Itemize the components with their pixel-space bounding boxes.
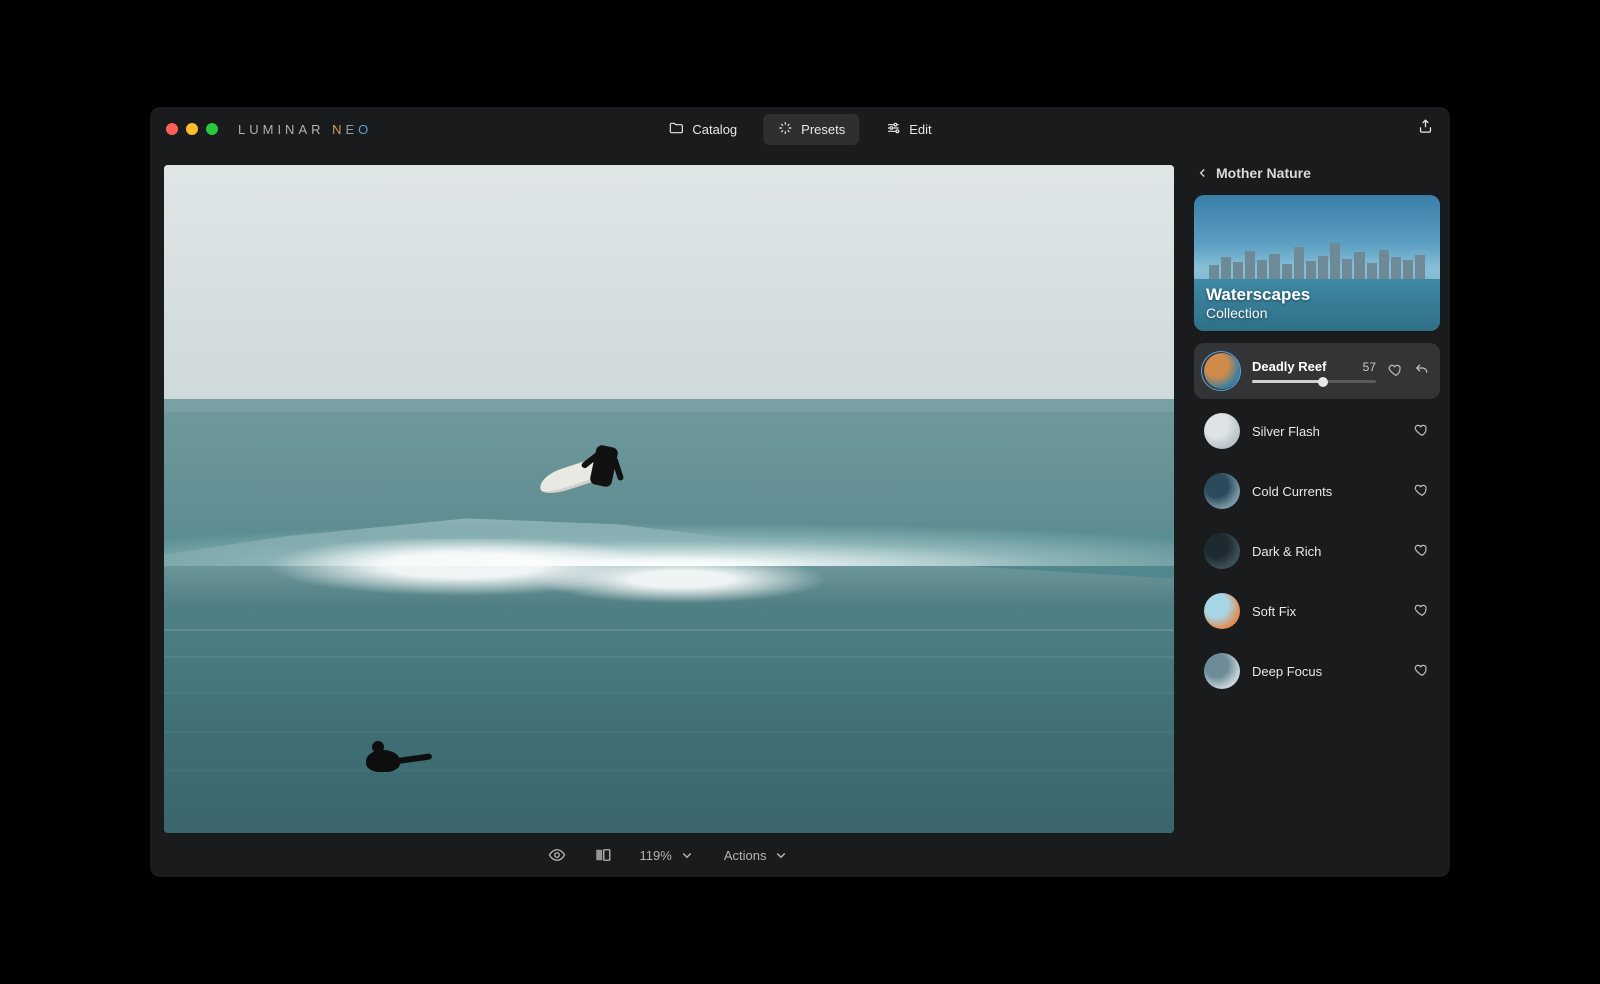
canvas-area: 119% Actions <box>150 151 1188 877</box>
preset-name: Deadly Reef <box>1252 359 1326 374</box>
heart-icon <box>1414 606 1430 621</box>
favorite-button[interactable] <box>1414 662 1430 681</box>
top-tabs: Catalog Presets Edit <box>654 114 945 145</box>
share-button[interactable] <box>1417 118 1434 140</box>
preset-name: Cold Currents <box>1252 484 1332 499</box>
preset-item[interactable]: Silver Flash <box>1194 403 1440 459</box>
compare-icon <box>594 846 612 864</box>
tab-label: Presets <box>801 122 845 137</box>
minimize-window-button[interactable] <box>186 123 198 135</box>
favorite-button[interactable] <box>1414 542 1430 561</box>
preset-value: 57 <box>1363 360 1376 374</box>
back-button[interactable]: Mother Nature <box>1194 165 1440 183</box>
heart-icon <box>1414 486 1430 501</box>
sparkle-icon <box>777 120 793 139</box>
preset-item[interactable]: Deadly Reef 57 <box>1194 343 1440 399</box>
tab-label: Edit <box>909 122 931 137</box>
preset-name: Soft Fix <box>1252 604 1296 619</box>
zoom-control[interactable]: 119% <box>640 846 696 864</box>
preview-toggle[interactable] <box>548 846 566 864</box>
close-window-button[interactable] <box>166 123 178 135</box>
preset-item[interactable]: Dark & Rich <box>1194 523 1440 579</box>
tab-catalog[interactable]: Catalog <box>654 114 751 145</box>
heart-icon <box>1414 666 1430 681</box>
back-label: Mother Nature <box>1216 165 1311 181</box>
presets-panel: Mother Nature Waterscapes Collection <box>1188 151 1450 877</box>
preset-intensity-slider[interactable] <box>1252 380 1376 383</box>
chevron-down-icon <box>678 846 696 864</box>
favorite-button[interactable] <box>1414 602 1430 621</box>
preset-thumb <box>1204 473 1240 509</box>
app-brand: LUMINAR NEO <box>238 122 372 137</box>
folder-icon <box>668 120 684 139</box>
preset-item[interactable]: Deep Focus <box>1194 643 1440 699</box>
image-canvas[interactable] <box>164 165 1174 833</box>
share-icon <box>1417 118 1434 135</box>
preset-item[interactable]: Soft Fix <box>1194 583 1440 639</box>
undo-icon <box>1414 366 1430 381</box>
preset-list: Deadly Reef 57 Silver Flash Cold Current… <box>1194 343 1440 699</box>
favorite-button[interactable] <box>1388 362 1404 381</box>
preset-thumb <box>1204 533 1240 569</box>
canvas-toolbar: 119% Actions <box>164 833 1174 877</box>
maximize-window-button[interactable] <box>206 123 218 135</box>
collection-label: Waterscapes Collection <box>1206 285 1310 321</box>
app-window: LUMINAR NEO Catalog Presets Edit <box>150 107 1450 877</box>
window-controls <box>166 123 218 135</box>
preset-name: Silver Flash <box>1252 424 1320 439</box>
actions-menu[interactable]: Actions <box>724 846 791 864</box>
preset-name: Dark & Rich <box>1252 544 1321 559</box>
preset-thumb <box>1204 653 1240 689</box>
heart-icon <box>1414 426 1430 441</box>
subject-surfer <box>568 446 628 506</box>
sliders-icon <box>885 120 901 139</box>
eye-icon <box>548 846 566 864</box>
collection-title: Waterscapes <box>1206 285 1310 305</box>
tab-label: Catalog <box>692 122 737 137</box>
tab-presets[interactable]: Presets <box>763 114 859 145</box>
preset-name: Deep Focus <box>1252 664 1322 679</box>
chevron-left-icon <box>1196 166 1210 180</box>
compare-toggle[interactable] <box>594 846 612 864</box>
preset-item[interactable]: Cold Currents <box>1194 463 1440 519</box>
app-body: 119% Actions Mother Nature <box>150 151 1450 877</box>
preset-thumb <box>1204 593 1240 629</box>
chevron-down-icon <box>772 846 790 864</box>
preset-thumb <box>1204 413 1240 449</box>
titlebar: LUMINAR NEO Catalog Presets Edit <box>150 107 1450 151</box>
heart-icon <box>1414 546 1430 561</box>
subject-paddler <box>356 750 446 780</box>
collection-card[interactable]: Waterscapes Collection <box>1194 195 1440 331</box>
zoom-value: 119% <box>640 848 672 863</box>
tab-edit[interactable]: Edit <box>871 114 945 145</box>
collection-subtitle: Collection <box>1206 305 1310 321</box>
favorite-button[interactable] <box>1414 422 1430 441</box>
heart-icon <box>1388 366 1404 381</box>
actions-label: Actions <box>724 848 767 863</box>
reset-button[interactable] <box>1414 362 1430 381</box>
favorite-button[interactable] <box>1414 482 1430 501</box>
